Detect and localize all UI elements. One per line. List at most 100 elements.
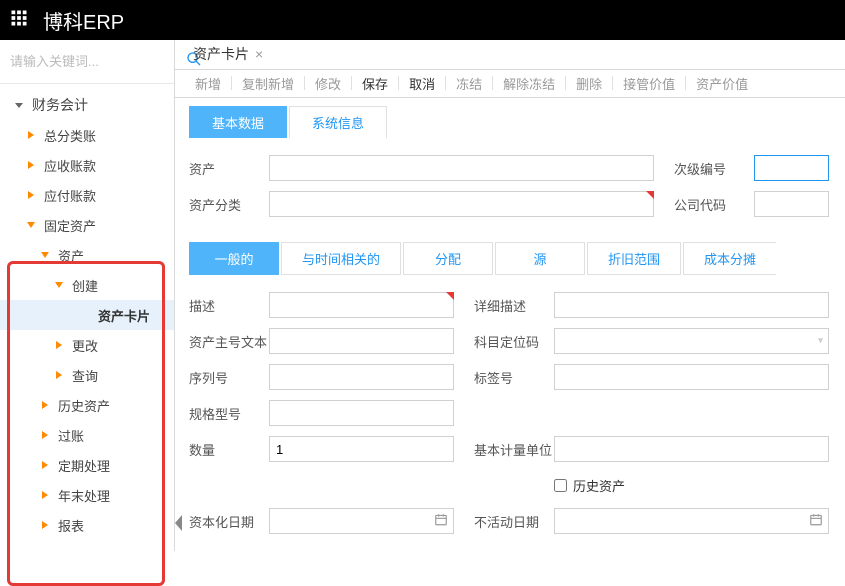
- nav-item-query[interactable]: 查询: [0, 360, 174, 390]
- input-desc[interactable]: [269, 292, 454, 318]
- sidebar: 财务会计 总分类账 应收账款 应付账款 固定资产 资产: [0, 40, 175, 551]
- nav-label: 应收账款: [44, 156, 96, 175]
- toolbar-takeover-value[interactable]: 接管价值: [613, 74, 685, 93]
- label-cap-date: 资本化日期: [189, 512, 269, 531]
- nav-item-ap[interactable]: 应付账款: [0, 180, 174, 210]
- nav-item-gl[interactable]: 总分类账: [0, 120, 174, 150]
- nav-label: 应付账款: [44, 186, 96, 205]
- tab-close-icon[interactable]: ×: [255, 46, 263, 62]
- sectab-alloc[interactable]: 分配: [403, 242, 493, 275]
- tab-title: 资产卡片: [193, 44, 249, 64]
- caret-right-icon: [40, 518, 54, 533]
- nav-label: 过账: [58, 426, 84, 445]
- input-spec[interactable]: [269, 400, 454, 426]
- app-logo: 博科ERP: [43, 6, 124, 35]
- sectab-cost-split[interactable]: 成本分摊: [683, 242, 776, 275]
- toolbar: 新增 复制新增 修改 保存 取消 冻结 解除冻结 删除 接管价值 资产价值: [175, 70, 845, 98]
- label-account-loc-code: 科目定位码: [474, 332, 554, 351]
- nav-item-posting[interactable]: 过账: [0, 420, 174, 450]
- content-tab-bar: 资产卡片 ×: [175, 40, 845, 70]
- nav-label: 查询: [72, 366, 98, 385]
- nav-group-finance[interactable]: 财务会计: [0, 90, 174, 120]
- caret-right-icon: [40, 488, 54, 503]
- search-input[interactable]: [10, 54, 186, 69]
- input-company-code[interactable]: [754, 191, 829, 217]
- caret-right-icon: [40, 398, 54, 413]
- form-top-area: 资产 次级编号 资产分类 公司代码: [175, 138, 845, 234]
- toolbar-delete[interactable]: 删除: [566, 74, 612, 93]
- label-asset-class: 资产分类: [189, 195, 269, 214]
- nav-label: 更改: [72, 336, 98, 355]
- input-inactive-date[interactable]: [554, 508, 829, 534]
- input-detail-desc[interactable]: [554, 292, 829, 318]
- sectab-depr-range[interactable]: 折旧范围: [587, 242, 681, 275]
- input-tag[interactable]: [554, 364, 829, 390]
- sidebar-search: [0, 40, 174, 84]
- label-asset: 资产: [189, 159, 269, 178]
- label-serial: 序列号: [189, 368, 269, 387]
- nav-label: 财务会计: [32, 95, 88, 115]
- nav-tree: 财务会计 总分类账 应收账款 应付账款 固定资产 资产: [0, 84, 174, 551]
- section-tab-bar: 一般的 与时间相关的 分配 源 折旧范围 成本分摊: [175, 234, 845, 275]
- subtab-basic-data[interactable]: 基本数据: [189, 106, 287, 138]
- input-serial[interactable]: [269, 364, 454, 390]
- nav-item-fixed-asset[interactable]: 固定资产: [0, 210, 174, 240]
- select-account-loc-code[interactable]: [554, 328, 829, 354]
- label-inactive-date: 不活动日期: [474, 512, 554, 531]
- nav-label: 历史资产: [58, 396, 110, 415]
- toolbar-freeze[interactable]: 冻结: [446, 74, 492, 93]
- toolbar-unfreeze[interactable]: 解除冻结: [493, 74, 565, 93]
- apps-menu-icon[interactable]: [10, 9, 28, 32]
- toolbar-cancel[interactable]: 取消: [399, 74, 445, 93]
- nav-item-periodic[interactable]: 定期处理: [0, 450, 174, 480]
- checkbox-history-asset[interactable]: [554, 479, 567, 492]
- input-sub-number[interactable]: [754, 155, 829, 181]
- nav-label: 总分类账: [44, 126, 96, 145]
- label-tag: 标签号: [474, 368, 554, 387]
- nav-label: 创建: [72, 276, 98, 295]
- toolbar-new[interactable]: 新增: [185, 74, 231, 93]
- caret-down-icon: [14, 97, 28, 113]
- content-tab[interactable]: 资产卡片 ×: [193, 44, 263, 64]
- caret-down-icon: [26, 218, 40, 233]
- input-asset[interactable]: [269, 155, 654, 181]
- sectab-general[interactable]: 一般的: [189, 242, 279, 275]
- sidebar-collapse-handle[interactable]: [175, 515, 184, 531]
- form-detail-area: 描述 详细描述 资产主号文本 科目定位码 ▾ 序列号 标签号: [175, 275, 845, 551]
- sectab-source[interactable]: 源: [495, 242, 585, 275]
- toolbar-asset-value[interactable]: 资产价值: [686, 74, 758, 93]
- nav-item-report[interactable]: 报表: [0, 510, 174, 540]
- nav-item-asset[interactable]: 资产: [0, 240, 174, 270]
- required-marker-icon: [446, 292, 454, 300]
- caret-down-icon: [40, 248, 54, 263]
- caret-right-icon: [26, 158, 40, 173]
- nav-item-modify[interactable]: 更改: [0, 330, 174, 360]
- nav-label: 资产卡片: [98, 306, 150, 325]
- caret-right-icon: [26, 128, 40, 143]
- label-base-unit: 基本计量单位: [474, 440, 554, 459]
- label-spec: 规格型号: [189, 404, 269, 423]
- nav-item-asset-card[interactable]: 资产卡片: [0, 300, 174, 330]
- nav-label: 定期处理: [58, 456, 110, 475]
- nav-item-ar[interactable]: 应收账款: [0, 150, 174, 180]
- nav-item-yearend[interactable]: 年末处理: [0, 480, 174, 510]
- input-asset-main-text[interactable]: [269, 328, 454, 354]
- nav-label: 资产: [58, 246, 84, 265]
- subtab-system-info[interactable]: 系统信息: [289, 106, 387, 138]
- caret-down-icon: [54, 278, 68, 293]
- sub-tab-bar: 基本数据 系统信息: [175, 98, 845, 138]
- sectab-time[interactable]: 与时间相关的: [281, 242, 401, 275]
- toolbar-copy-new[interactable]: 复制新增: [232, 74, 304, 93]
- app-header: 博科ERP: [0, 0, 845, 40]
- label-asset-main-text: 资产主号文本: [189, 332, 269, 351]
- input-base-unit[interactable]: [554, 436, 829, 462]
- input-asset-class[interactable]: [269, 191, 654, 217]
- input-quantity[interactable]: [269, 436, 454, 462]
- nav-item-create[interactable]: 创建: [0, 270, 174, 300]
- nav-item-history-asset[interactable]: 历史资产: [0, 390, 174, 420]
- toolbar-save[interactable]: 保存: [352, 74, 398, 93]
- caret-right-icon: [54, 338, 68, 353]
- caret-right-icon: [26, 188, 40, 203]
- toolbar-modify[interactable]: 修改: [305, 74, 351, 93]
- input-cap-date[interactable]: [269, 508, 454, 534]
